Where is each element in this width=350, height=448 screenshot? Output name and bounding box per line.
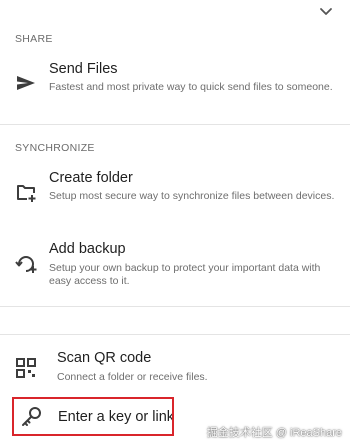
add-backup-item[interactable]: Add backup Setup your own backup to prot… bbox=[0, 236, 350, 294]
scan-qr-item[interactable]: Scan QR code Connect a folder or receive… bbox=[0, 346, 350, 386]
add-backup-description: Setup your own backup to protect your im… bbox=[49, 262, 321, 287]
create-folder-title: Create folder bbox=[49, 170, 133, 186]
folder-add-icon bbox=[17, 185, 36, 202]
send-files-description: Fastest and most private way to quick se… bbox=[49, 81, 333, 93]
backup-add-icon bbox=[15, 256, 37, 273]
watermark: 掘金技术社区 @ iReaShare bbox=[206, 427, 342, 439]
send-files-item[interactable]: Send Files Fastest and most private way … bbox=[0, 55, 350, 113]
section-divider bbox=[0, 306, 350, 307]
scan-qr-title: Scan QR code bbox=[57, 350, 152, 366]
top-bar bbox=[0, 0, 350, 24]
qr-code-icon bbox=[16, 358, 36, 378]
section-divider bbox=[0, 124, 350, 125]
chevron-down-icon[interactable] bbox=[318, 3, 334, 19]
create-folder-description: Setup most secure way to synchronize fil… bbox=[49, 190, 335, 202]
create-folder-item[interactable]: Create folder Setup most secure way to s… bbox=[0, 164, 350, 222]
scan-qr-description: Connect a folder or receive files. bbox=[57, 371, 208, 383]
highlight-annotation bbox=[12, 397, 174, 436]
section-header-synchronize: SYNCHRONIZE bbox=[15, 142, 95, 154]
add-backup-title: Add backup bbox=[49, 241, 126, 257]
section-header-share: SHARE bbox=[15, 33, 53, 45]
section-divider bbox=[0, 334, 350, 335]
send-files-title: Send Files bbox=[49, 61, 118, 77]
send-icon bbox=[17, 76, 35, 90]
